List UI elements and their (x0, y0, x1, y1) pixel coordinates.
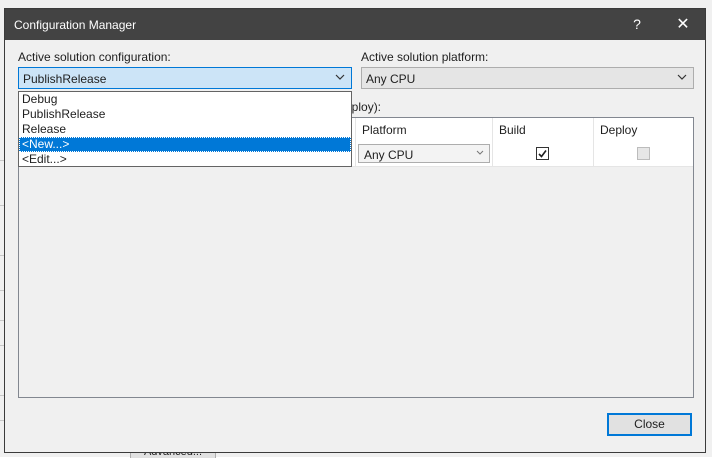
active-config-label: Active solution configuration: (18, 50, 171, 64)
chevron-down-icon (335, 74, 345, 80)
window-close-button[interactable]: ✕ (663, 9, 703, 40)
dropdown-option-debug[interactable]: Debug (19, 92, 351, 107)
checkmark-icon (538, 150, 547, 158)
active-platform-value: Any CPU (366, 72, 416, 86)
close-button[interactable]: Close (607, 413, 692, 436)
row-platform-combo[interactable]: Any CPU (358, 144, 490, 163)
active-config-value: PublishRelease (23, 72, 107, 86)
row-platform-value: Any CPU (364, 148, 414, 162)
window-title: Configuration Manager (14, 18, 137, 32)
platform-cell: Any CPU (355, 142, 492, 166)
title-bar: Configuration Manager ? ✕ (5, 9, 705, 40)
column-header-build[interactable]: Build (492, 118, 593, 142)
build-cell (492, 142, 593, 166)
help-button[interactable]: ? (617, 9, 657, 40)
deploy-checkbox (637, 147, 650, 160)
dropdown-option-release[interactable]: Release (19, 122, 351, 137)
chevron-down-icon (476, 150, 484, 155)
column-header-platform[interactable]: Platform (355, 118, 492, 142)
chevron-down-icon (677, 74, 687, 80)
deploy-cell (593, 142, 693, 166)
active-config-dropdown-list: Debug PublishRelease Release <New...> <E… (18, 91, 352, 167)
dropdown-option-publishrelease[interactable]: PublishRelease (19, 107, 351, 122)
configuration-manager-dialog: Configuration Manager ? ✕ Active solutio… (4, 8, 706, 453)
active-platform-label: Active solution platform: (361, 50, 489, 64)
dropdown-option-edit[interactable]: <Edit...> (19, 152, 351, 167)
dropdown-option-new[interactable]: <New...> (19, 137, 351, 152)
column-header-deploy[interactable]: Deploy (593, 118, 693, 142)
build-checkbox[interactable] (536, 147, 549, 160)
active-platform-combo[interactable]: Any CPU (361, 67, 694, 89)
active-config-combo[interactable]: PublishRelease (18, 67, 352, 89)
